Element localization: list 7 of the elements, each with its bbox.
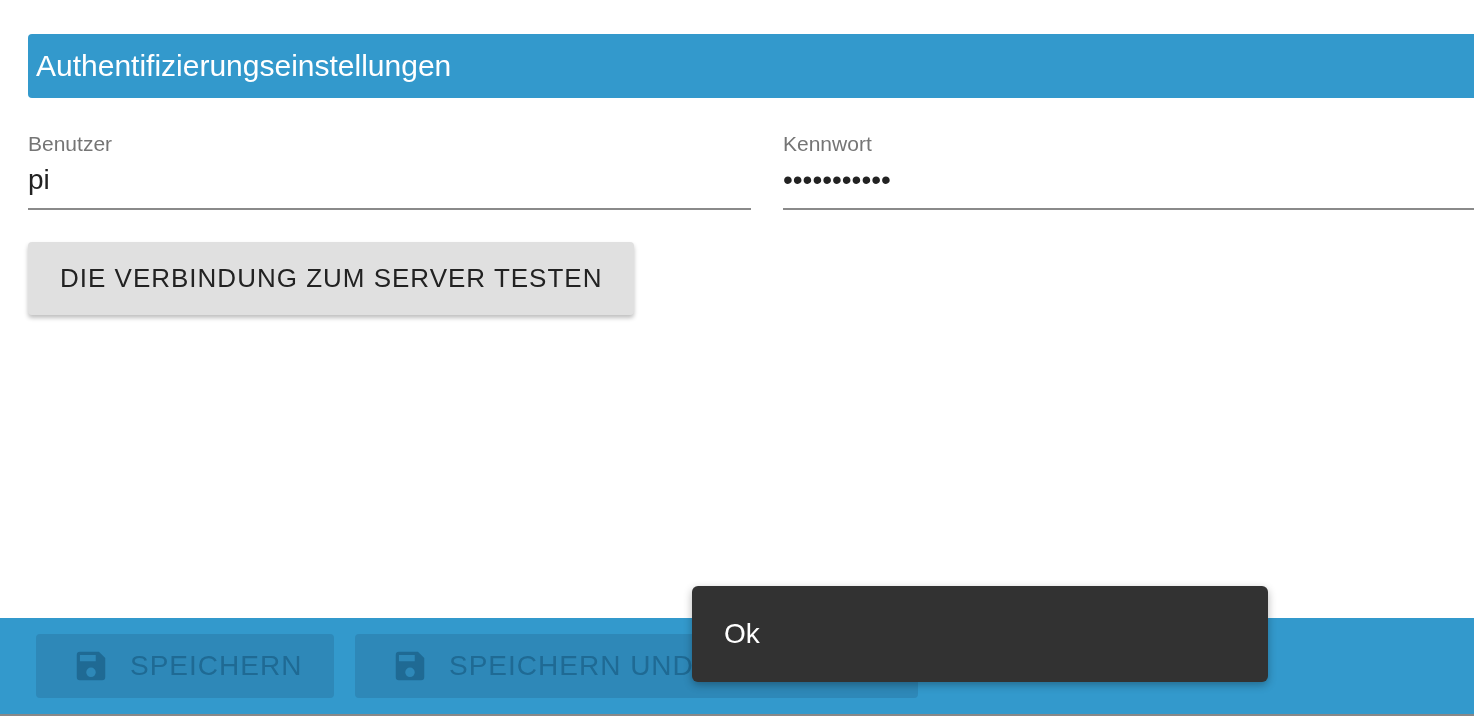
input-field[interactable]: ••••••••••• xyxy=(783,156,1474,210)
test-connection-button[interactable]: DIE VERBINDUNG ZUM SERVER TESTEN xyxy=(28,242,635,315)
section-header: Authentifizierungseinstellungen xyxy=(28,34,1474,98)
field-label: Kennwort xyxy=(783,132,873,156)
input-field[interactable]: pi xyxy=(28,156,751,210)
field-label: Benutzer xyxy=(28,132,114,156)
message-toast: Ok xyxy=(692,586,1268,682)
